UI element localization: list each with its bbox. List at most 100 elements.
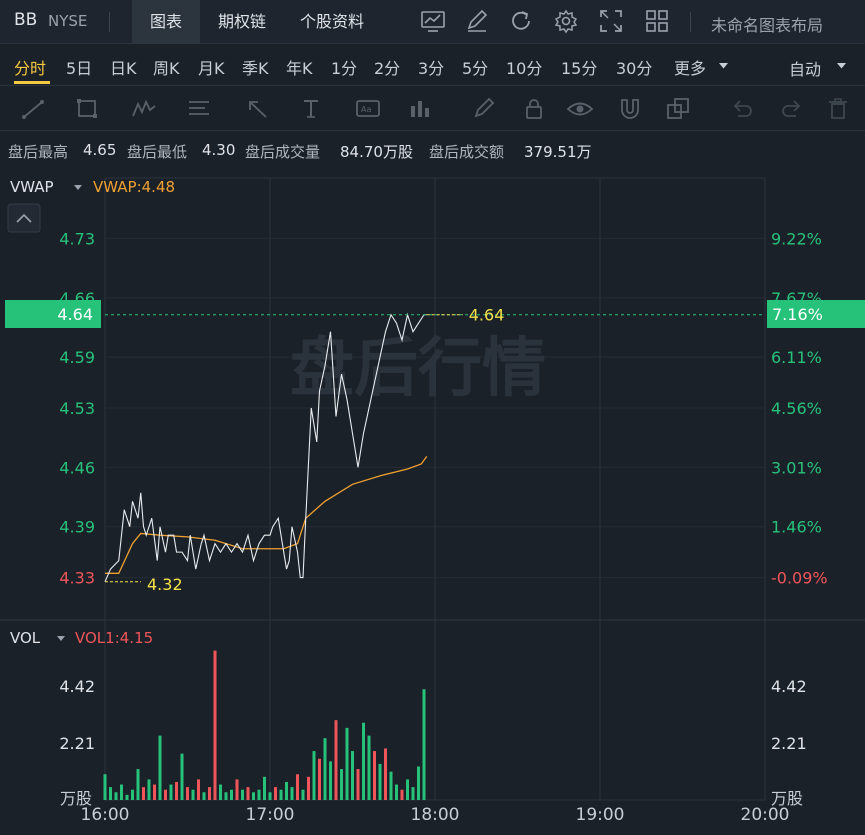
measure-icon[interactable] — [406, 96, 434, 122]
text-icon[interactable] — [298, 96, 326, 122]
time-tick-label: 17:00 — [246, 805, 295, 825]
layout-grid-icon[interactable] — [644, 8, 670, 34]
arrow-icon[interactable] — [244, 96, 272, 122]
period-1m[interactable]: 1分 — [331, 55, 357, 79]
trash-icon[interactable] — [824, 96, 852, 122]
tab-stock-profile[interactable]: 个股资料 — [288, 0, 376, 44]
vol-indicator-name[interactable]: VOL — [10, 629, 41, 647]
volume-bar — [340, 769, 343, 800]
last-pct-label: 7.16% — [772, 305, 823, 324]
volume-bar — [131, 789, 134, 800]
layout-name[interactable]: 未命名图表布局 — [711, 12, 823, 36]
volume-bar — [345, 727, 349, 800]
percent-tick-label: 3.01% — [771, 458, 822, 477]
redo-icon[interactable] — [778, 96, 806, 122]
volume-bar — [213, 650, 217, 800]
drawing-toolbar: Aa — [0, 87, 865, 131]
period-quarter[interactable]: 季K — [242, 55, 269, 79]
volume-bar — [120, 784, 123, 800]
period-5m[interactable]: 5分 — [462, 55, 488, 79]
volume-bar — [400, 789, 404, 800]
vwap-indicator-name[interactable]: VWAP — [10, 178, 54, 196]
eye-icon[interactable] — [566, 96, 594, 122]
tab-chart[interactable]: 图表 — [132, 0, 200, 44]
volume-bar — [362, 722, 365, 800]
volume-bar — [334, 720, 338, 800]
period-10m[interactable]: 10分 — [506, 55, 542, 79]
volume-bar — [367, 735, 371, 800]
volume-bar — [186, 787, 189, 800]
indicator-icon[interactable] — [420, 8, 446, 34]
volume-tick-label: 2.21 — [771, 734, 807, 753]
after-hours-summary: 盘后最高 4.65 盘后最低 4.30 盘后成交量 84.70万股 盘后成交额 … — [0, 132, 865, 168]
volume-bar — [356, 769, 360, 800]
exchange: NYSE — [48, 12, 88, 30]
volume-bar — [235, 779, 239, 800]
period-day[interactable]: 日K — [110, 55, 137, 79]
volume-bar — [301, 789, 305, 800]
high-label: 盘后最高 — [8, 143, 69, 161]
volume-bar — [411, 787, 415, 800]
volume-layer — [103, 650, 426, 800]
price-axis: 4.734.664.594.534.464.394.33 — [59, 229, 95, 587]
copy-icon[interactable] — [664, 96, 692, 122]
fib-icon[interactable] — [186, 96, 214, 122]
volume-bar — [169, 784, 173, 800]
brush-icon[interactable] — [470, 96, 498, 122]
volume-bar — [153, 784, 156, 800]
period-month[interactable]: 月K — [198, 55, 225, 79]
volume-bar — [268, 792, 272, 800]
refresh-icon[interactable] — [508, 8, 534, 34]
lock-icon[interactable] — [520, 96, 548, 122]
price-tick-label: 4.39 — [59, 518, 95, 537]
tab-options-chain[interactable]: 期权链 — [204, 0, 280, 44]
volume-bar — [257, 789, 261, 800]
period-3m[interactable]: 3分 — [418, 55, 444, 79]
chevron-down-icon[interactable] — [57, 636, 65, 641]
auto-scale[interactable]: 自动 — [789, 56, 821, 80]
intraday-chart[interactable]: 盘后行情 4.734.664.594.534.464.394.33 9.22%7… — [0, 168, 865, 835]
collapse-button[interactable] — [7, 203, 41, 233]
price-tick-label: 4.33 — [59, 569, 95, 588]
draw-icon[interactable] — [464, 8, 490, 34]
pattern-icon[interactable] — [130, 96, 158, 122]
volume-bar — [307, 776, 310, 800]
magnet-icon[interactable] — [616, 96, 644, 122]
chevron-down-icon[interactable] — [836, 62, 847, 70]
volume-bar — [175, 781, 178, 800]
period-week[interactable]: 周K — [153, 55, 180, 79]
volume-bar — [114, 792, 118, 800]
volume-bar — [136, 769, 140, 800]
volume-bar — [142, 787, 145, 800]
chevron-down-icon[interactable] — [74, 185, 82, 190]
volume-bar — [219, 784, 222, 800]
fullscreen-icon[interactable] — [598, 8, 624, 34]
volume-unit-left: 万股 — [60, 789, 92, 808]
period-15m[interactable]: 15分 — [561, 55, 597, 79]
last-price-label: 4.64 — [57, 305, 93, 324]
low-label: 盘后最低 — [127, 143, 188, 161]
period-30m[interactable]: 30分 — [616, 55, 652, 79]
rectangle-icon[interactable] — [74, 96, 102, 122]
period-more[interactable]: 更多 — [674, 55, 706, 79]
volume-tick-label: 4.42 — [59, 677, 95, 696]
low-value: 4.30 — [202, 141, 236, 159]
volume-bar — [422, 689, 426, 800]
period-intraday[interactable]: 分时 — [14, 55, 46, 79]
volume-axis: 4.42 4.42 2.21 2.21 — [59, 677, 806, 753]
note-icon[interactable]: Aa — [354, 96, 382, 122]
settings-icon[interactable] — [553, 8, 579, 34]
volume-bar — [389, 771, 393, 800]
period-year[interactable]: 年K — [286, 55, 313, 79]
period-2m[interactable]: 2分 — [374, 55, 400, 79]
price-tick-label: 4.59 — [59, 348, 95, 367]
volume-bar — [351, 751, 354, 800]
vwap-indicator-value: VWAP:4.48 — [93, 178, 175, 196]
active-period-indicator — [14, 81, 50, 84]
trend-line-icon[interactable] — [20, 96, 48, 122]
period-5d[interactable]: 5日 — [66, 55, 92, 79]
chevron-down-icon[interactable] — [718, 62, 729, 70]
volume-bar — [329, 761, 332, 800]
volume-bar — [230, 789, 233, 800]
undo-icon[interactable] — [728, 96, 756, 122]
